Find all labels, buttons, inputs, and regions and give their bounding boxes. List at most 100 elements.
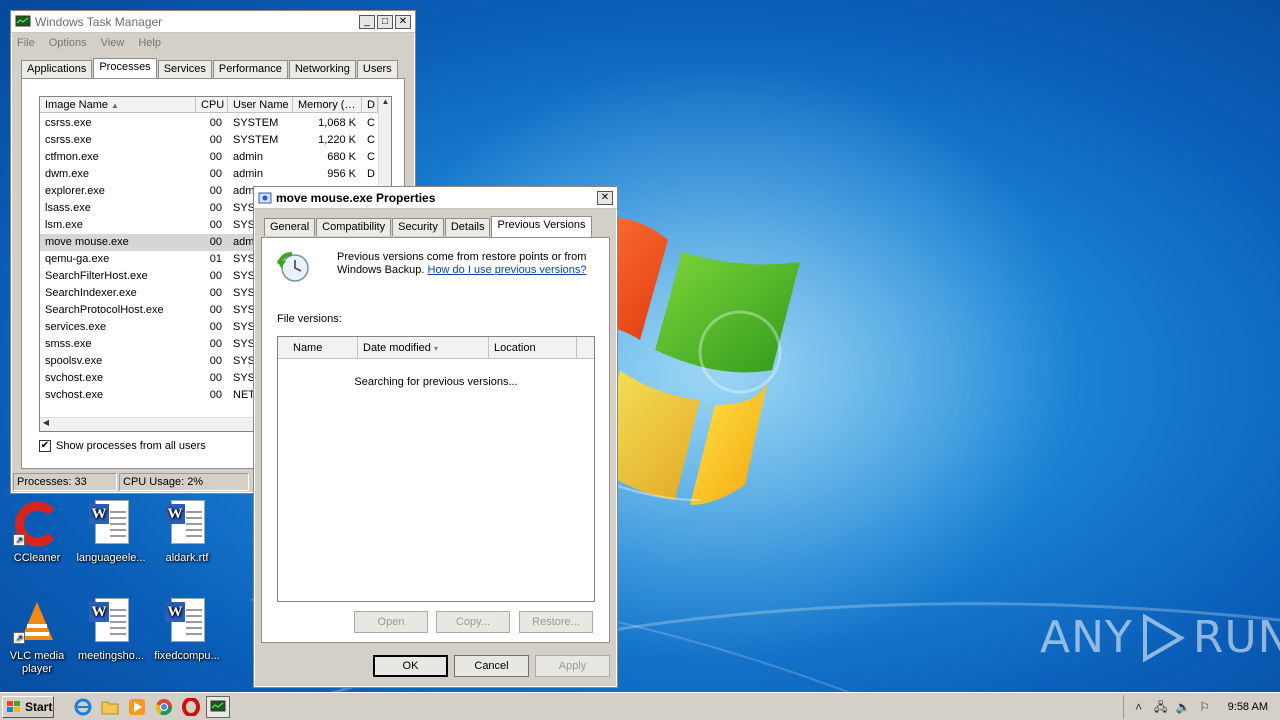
status-processes: Processes: 33 (13, 473, 117, 491)
copy-button[interactable]: Copy... (436, 611, 510, 633)
desktop-icon-label: VLC media player (9, 650, 65, 675)
menu-bar: File Options View Help (11, 33, 415, 53)
shortcut-arrow-icon: ↗ (13, 632, 25, 644)
ok-button[interactable]: OK (373, 655, 448, 677)
open-button[interactable]: Open (354, 611, 428, 633)
intro-line-1: Previous versions come from restore poin… (337, 251, 587, 263)
desktop-icon-languageele[interactable]: W languageele... (76, 500, 146, 565)
task-manager-titlebar[interactable]: Windows Task Manager _ □ ✕ (11, 11, 415, 33)
show-all-processes-checkbox[interactable]: ✔ Show processes from all users (39, 440, 206, 452)
properties-dialog: move mouse.exe Properties ✕ General Comp… (253, 186, 618, 688)
process-cpu: 00 (209, 338, 222, 350)
process-cpu: 00 (209, 287, 222, 299)
apply-button[interactable]: Apply (535, 655, 610, 677)
previous-versions-clock-icon (277, 252, 309, 282)
close-button[interactable]: ✕ (395, 14, 411, 29)
process-description: C (367, 151, 375, 163)
tab-applications[interactable]: Applications (21, 60, 93, 78)
process-name: services.exe (45, 321, 107, 333)
tab-processes[interactable]: Processes (93, 58, 157, 79)
watermark-left: ANY (1040, 612, 1133, 663)
system-tray: ˄ 🖧 🔈 ⚐ 9:58 AM (1122, 695, 1280, 719)
help-link[interactable]: How do I use previous versions? (428, 264, 587, 276)
word-document-icon: W (163, 500, 211, 548)
tab-users[interactable]: Users (356, 60, 398, 78)
process-name: qemu-ga.exe (45, 253, 110, 265)
checkbox-checked-icon[interactable]: ✔ (39, 440, 51, 452)
tab-previous-versions[interactable]: Previous Versions (491, 216, 592, 237)
taskbar-chrome[interactable] (152, 696, 176, 718)
application-icon (258, 192, 272, 203)
scroll-left-arrow-icon[interactable]: ◀ (40, 418, 52, 427)
process-user: admin (233, 168, 263, 180)
anyrun-watermark: ANY RUN (1040, 612, 1280, 663)
process-row[interactable]: csrss.exe 00 SYSTEM 1,068 K C (40, 115, 378, 132)
taskbar-media-player[interactable] (125, 696, 149, 718)
network-icon[interactable]: 🖧 (1154, 700, 1168, 714)
process-cpu: 00 (209, 389, 222, 401)
opera-icon (182, 697, 200, 716)
taskbar-task-manager[interactable] (206, 695, 230, 718)
taskbar-internet-explorer[interactable] (71, 696, 95, 718)
column-cpu[interactable]: CPU (196, 97, 228, 112)
process-memory: 1,220 K (318, 134, 356, 146)
restore-button[interactable]: Restore... (519, 611, 593, 633)
desktop-icon-aldark[interactable]: W aldark.rtf (152, 500, 222, 565)
tab-services[interactable]: Services (157, 60, 212, 78)
media-player-icon (129, 698, 145, 715)
show-hidden-icons-chevron-icon[interactable]: ˄ (1132, 700, 1146, 714)
menu-help[interactable]: Help (138, 37, 161, 49)
process-cpu: 00 (209, 304, 222, 316)
properties-titlebar[interactable]: move mouse.exe Properties ✕ (254, 187, 617, 209)
desktop-icon-fixedcompu[interactable]: W fixedcompu... (152, 598, 222, 663)
menu-options[interactable]: Options (49, 37, 87, 49)
cancel-button[interactable]: Cancel (454, 655, 529, 677)
column-user-name[interactable]: User Name (228, 97, 293, 112)
desktop-icon-label: meetingsho... (77, 650, 145, 662)
tab-networking[interactable]: Networking (288, 60, 356, 78)
action-center-flag-icon[interactable]: ⚐ (1198, 700, 1212, 714)
process-cpu: 00 (209, 372, 222, 384)
task-manager-icon (15, 15, 31, 26)
desktop-icon-vlc[interactable]: ↗ VLC media player (2, 598, 72, 676)
process-name: SearchProtocolHost.exe (45, 304, 164, 316)
column-memory[interactable]: Memory (… (293, 97, 362, 112)
column-location[interactable]: Location (489, 337, 577, 358)
process-row[interactable]: csrss.exe 00 SYSTEM 1,220 K C (40, 132, 378, 149)
tab-performance[interactable]: Performance (212, 60, 288, 78)
menu-file[interactable]: File (17, 37, 35, 49)
start-button[interactable]: Start (2, 695, 54, 718)
desktop-icon-ccleaner[interactable]: ↗ CCleaner (2, 500, 72, 565)
desktop-icon-meetingsho[interactable]: W meetingsho... (76, 598, 146, 663)
process-name: SearchFilterHost.exe (45, 270, 148, 282)
scroll-up-arrow-icon[interactable]: ▲ (379, 97, 391, 106)
start-label: Start (25, 699, 53, 714)
minimize-button[interactable]: _ (359, 14, 375, 29)
taskbar-explorer[interactable] (98, 696, 122, 718)
tab-general[interactable]: General (264, 218, 316, 236)
ccleaner-icon: ↗ (13, 500, 61, 548)
close-button[interactable]: ✕ (597, 190, 613, 205)
process-row[interactable]: dwm.exe 00 admin 956 K D (40, 166, 378, 183)
tab-details[interactable]: Details (444, 218, 491, 236)
taskbar-opera[interactable] (179, 696, 203, 718)
column-date-modified[interactable]: Date modified ▾ (358, 337, 489, 358)
process-row[interactable]: ctfmon.exe 00 admin 680 K C (40, 149, 378, 166)
column-name[interactable]: Name (278, 337, 358, 358)
task-manager-tabs: Applications Processes Services Performa… (21, 57, 399, 79)
process-cpu: 00 (209, 185, 222, 197)
show-all-label: Show processes from all users (56, 440, 206, 452)
properties-tabs: General Compatibility Security Details P… (264, 215, 593, 237)
task-manager-icon (210, 700, 226, 711)
tab-compatibility[interactable]: Compatibility (316, 218, 392, 236)
process-name: spoolsv.exe (45, 355, 103, 367)
column-description[interactable]: D (362, 97, 378, 112)
clock[interactable]: 9:58 AM (1228, 701, 1268, 713)
intro-line-2: Windows Backup. (337, 264, 425, 276)
menu-view[interactable]: View (101, 37, 125, 49)
volume-muted-icon[interactable]: 🔈 (1176, 700, 1191, 714)
column-image-name[interactable]: Image Name ▲ (40, 97, 196, 112)
searching-message: Searching for previous versions... (354, 376, 518, 388)
tab-security[interactable]: Security (392, 218, 444, 236)
maximize-button[interactable]: □ (377, 14, 393, 29)
